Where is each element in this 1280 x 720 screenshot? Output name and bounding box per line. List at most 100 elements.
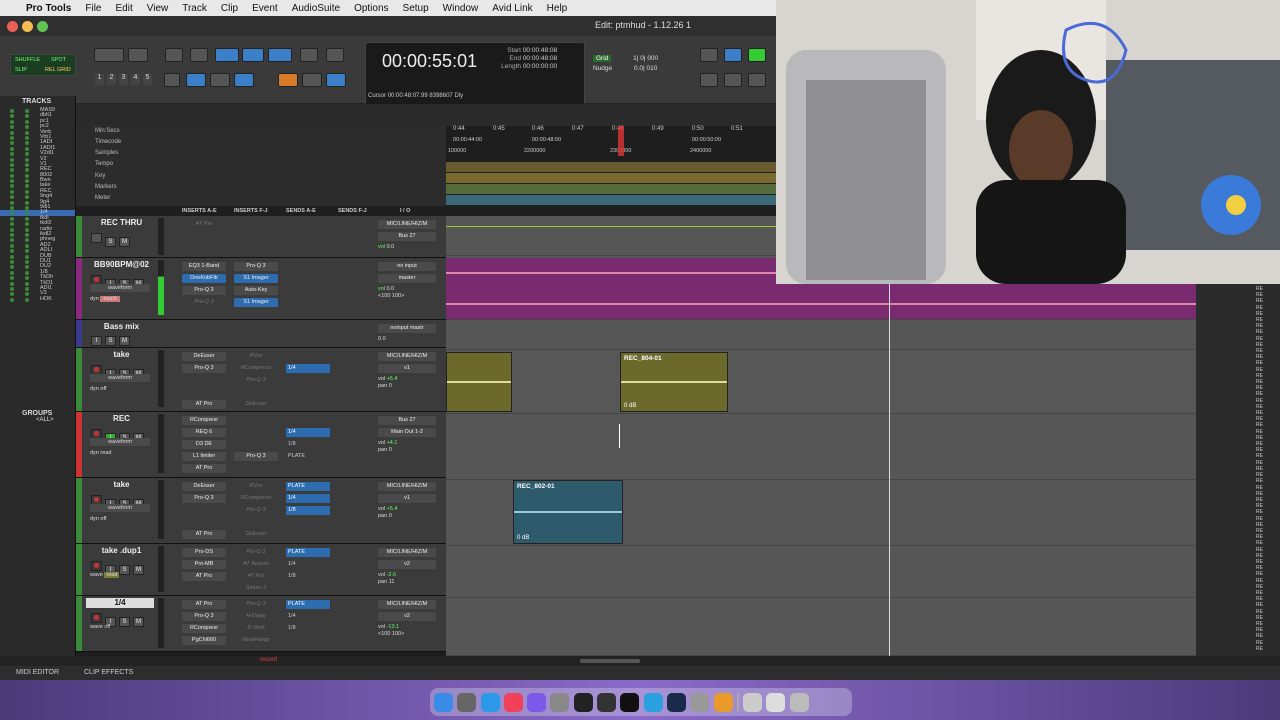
show-hide-icon[interactable]	[10, 276, 14, 281]
scrubber-tool-icon[interactable]	[300, 48, 318, 62]
output-selector[interactable]: Bus 27	[378, 232, 436, 241]
show-hide-icon[interactable]	[10, 125, 14, 130]
audio-clip[interactable]	[446, 352, 512, 412]
tab-to-transient-button[interactable]	[164, 73, 180, 87]
menu-clip[interactable]: Clip	[221, 3, 238, 14]
lane-rec[interactable]	[446, 414, 1280, 480]
pan-value[interactable]: 0	[389, 513, 392, 519]
insert-slot[interactable]: RCompresr	[182, 624, 226, 633]
audio-clip-rec-802[interactable]: REC_802-01 0 dB	[513, 480, 623, 544]
insert-slot[interactable]: MetaFlangr	[234, 636, 278, 645]
insert-slot[interactable]: Pro-Q 3	[182, 364, 226, 373]
show-hide-icon[interactable]	[10, 152, 14, 157]
end-value[interactable]: 00:00:48:08	[523, 55, 557, 62]
insert-slot[interactable]: AT Pro	[182, 530, 226, 539]
tracklist-item[interactable]: HOK	[0, 296, 75, 302]
show-hide-icon[interactable]	[10, 216, 14, 221]
vol-value[interactable]: +5.4	[387, 376, 398, 382]
settings-icon[interactable]	[550, 692, 570, 712]
automation-mode[interactable]: wave off	[90, 624, 150, 632]
automation-mode[interactable]: dyn off	[90, 386, 150, 394]
insert-slot[interactable]: S1 Imager	[234, 298, 278, 307]
mute-button[interactable]: M	[119, 336, 130, 346]
input-monitor-button[interactable]	[91, 233, 102, 243]
pan-value[interactable]: <100 100>	[378, 631, 436, 638]
insert-slot[interactable]: AT Pro	[182, 220, 226, 229]
insert-slot[interactable]: AT Pro	[182, 572, 226, 581]
start-value[interactable]: 00:00:48:08	[523, 47, 557, 54]
audio-clip-rec-804[interactable]: REC_804-01 0 dB	[620, 352, 728, 412]
track-name[interactable]: BB90BPM@02	[84, 260, 159, 270]
lane-1-4[interactable]	[446, 598, 1280, 656]
show-hide-icon[interactable]	[10, 119, 14, 124]
show-hide-icon[interactable]	[10, 189, 14, 194]
group-all[interactable]: <ALL>	[0, 417, 76, 423]
show-hide-icon[interactable]	[10, 270, 14, 275]
menu-app-name[interactable]: Pro Tools	[26, 3, 71, 14]
zoom-in-button[interactable]	[128, 48, 148, 62]
insert-slot[interactable]: Pro-Q 3	[182, 298, 226, 307]
input-selector[interactable]: MIC/LINE/HIZ/M	[378, 548, 436, 557]
insert-slot[interactable]: Pro-Q 3	[234, 506, 278, 515]
grid-label[interactable]: Grid	[593, 55, 612, 62]
telegram-icon[interactable]	[643, 692, 663, 712]
tab-midi-editor[interactable]: MIDI EDITOR	[16, 669, 59, 676]
automation-mode[interactable]: wave read	[90, 572, 150, 580]
insert-slot[interactable]: S1 Imager	[234, 274, 278, 283]
ruler-minsecs[interactable]: 0:44 0:45 0:46 0:47 0:48 0:49 0:50 0:51	[446, 126, 776, 137]
ruler-timecode[interactable]: 00:00:44:00 00:00:48:00 00:00:50:00	[446, 137, 776, 148]
show-hide-icon[interactable]	[10, 249, 14, 254]
track-name[interactable]: take	[84, 350, 159, 360]
menu-window[interactable]: Window	[443, 3, 479, 14]
nudge-label[interactable]: Nudge	[593, 65, 612, 72]
dly-label[interactable]: Dly	[454, 93, 463, 99]
insert-slot[interactable]: Saturn 2	[234, 584, 278, 593]
input-selector[interactable]: MIC/LINE/HIZ/M	[378, 482, 436, 491]
output-selector[interactable]: v1	[378, 494, 436, 503]
menu-audiosuite[interactable]: AudioSuite	[292, 3, 340, 14]
return-to-zero-button[interactable]	[700, 73, 718, 87]
tracks-header[interactable]: TRACKS	[0, 96, 75, 108]
send-slot[interactable]: PLATE	[286, 548, 330, 557]
output-selector[interactable]: master	[378, 274, 436, 283]
input-selector[interactable]: no input	[378, 262, 436, 271]
show-hide-icon[interactable]	[10, 135, 14, 140]
link-track-button[interactable]	[210, 73, 230, 87]
safari-icon[interactable]	[480, 692, 500, 712]
show-hide-icon[interactable]	[10, 286, 14, 291]
clip-gain[interactable]: 0 dB	[517, 535, 529, 541]
show-hide-icon[interactable]	[10, 179, 14, 184]
track-name[interactable]: 1/4	[86, 598, 154, 608]
insert-slot[interactable]: L1 limiter	[182, 452, 226, 461]
record-arm-button[interactable]	[91, 561, 102, 571]
pro-tools-icon[interactable]	[597, 692, 617, 712]
insert-slot[interactable]: H-Delay	[234, 612, 278, 621]
link-timeline-button[interactable]	[186, 73, 206, 87]
meter-ruler[interactable]	[446, 195, 776, 205]
zoom-toggle-button[interactable]	[165, 48, 183, 62]
zoom-preset-3[interactable]: 3	[119, 74, 128, 85]
show-hide-icon[interactable]	[10, 232, 14, 237]
pan-value[interactable]: 11	[389, 579, 395, 585]
loop-button[interactable]	[700, 48, 718, 62]
insert-slot[interactable]: AT Pro	[234, 572, 278, 581]
pencil-tool-icon[interactable]	[326, 48, 344, 62]
input-selector[interactable]: MIC/LINE/HIZ/M	[378, 600, 436, 609]
insert-slot[interactable]: OneKnbFltr	[182, 274, 226, 283]
insert-slot[interactable]: AT Pro	[182, 400, 226, 409]
output-selector[interactable]: v2	[378, 560, 436, 569]
vol-value[interactable]: -2.6	[387, 572, 396, 578]
zoom-preset-1[interactable]: 1	[95, 74, 104, 85]
show-hide-icon[interactable]	[10, 265, 14, 270]
groups-header[interactable]: GROUPS	[0, 410, 76, 417]
show-hide-icon[interactable]	[10, 227, 14, 232]
lane-take-2[interactable]: REC_802-01 0 dB	[446, 480, 1280, 546]
zoom-window-button[interactable]	[37, 21, 48, 32]
rewind-button[interactable]	[724, 73, 742, 87]
menu-setup[interactable]: Setup	[403, 3, 429, 14]
show-hide-icon[interactable]	[10, 141, 14, 146]
insert-slot[interactable]: Pro-Q 3	[234, 548, 278, 557]
lane-take-dup1[interactable]	[446, 546, 1280, 598]
mode-grid[interactable]: REL GRID	[45, 67, 71, 73]
insert-slot[interactable]: Pro-MB	[182, 560, 226, 569]
